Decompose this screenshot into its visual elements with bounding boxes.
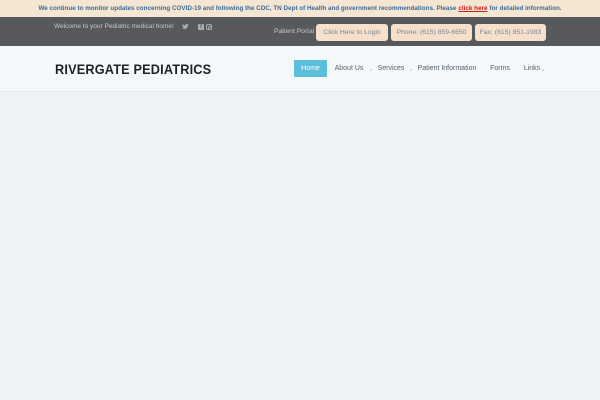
welcome-message: Welcome to your Pediatric medical home! — [54, 23, 174, 30]
site-header: RIVERGATE PEDIATRICS Home About Us Servi… — [0, 46, 600, 92]
instagram-icon[interactable] — [206, 24, 212, 30]
phone-button[interactable]: Phone: (615) 859-6650 — [391, 24, 472, 41]
nav-item-home[interactable]: Home — [294, 60, 327, 77]
site-logo[interactable]: RIVERGATE PEDIATRICS — [55, 62, 211, 77]
covid-alert-bar: We continue to monitor updates concernin… — [0, 0, 600, 17]
alert-text: We continue to monitor updates concernin… — [38, 5, 457, 12]
dropdown-indicator — [370, 69, 372, 71]
top-info-bar: Welcome to your Pediatric medical home! … — [0, 17, 600, 46]
page-content-area — [0, 93, 600, 400]
twitter-icon[interactable] — [182, 23, 189, 33]
nav-item-about-us[interactable]: About Us — [331, 60, 367, 77]
facebook-icon[interactable]: f — [198, 24, 204, 30]
alert-click-here-link[interactable]: click here — [458, 5, 487, 12]
nav-item-links[interactable]: Links — [520, 60, 544, 77]
dropdown-indicator — [542, 69, 544, 71]
nav-item-forms[interactable]: Forms — [488, 60, 512, 77]
portal-login-button[interactable]: Click Here to Login — [316, 24, 388, 41]
alert-text-end: for detailed information. — [489, 5, 562, 12]
nav-item-services[interactable]: Services — [374, 60, 408, 77]
patient-portal-label: Patient Portal — [274, 28, 315, 35]
dropdown-indicator — [410, 69, 412, 71]
nav-item-patient-information[interactable]: Patient Information — [414, 60, 480, 77]
fax-button[interactable]: Fax: (615) 851-1983 — [475, 24, 546, 41]
